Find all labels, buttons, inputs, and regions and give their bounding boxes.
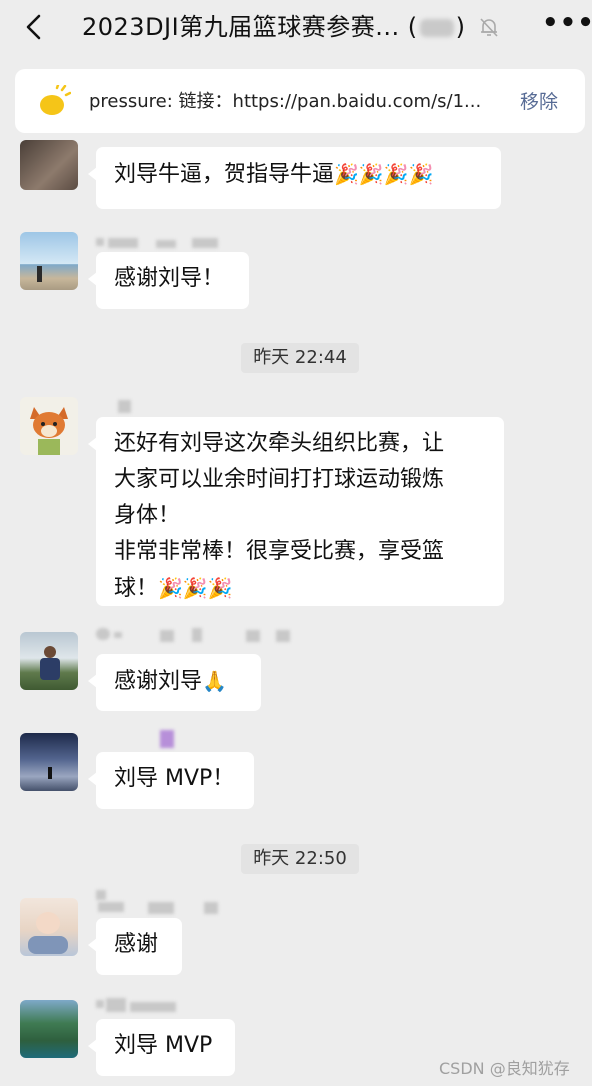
sender-nickname <box>96 998 186 1012</box>
message-bubble[interactable]: 刘导 MVP <box>88 1019 235 1076</box>
pinned-message-bar[interactable]: pressure: 链接：https://pan.baidu.com/s/1..… <box>15 69 585 133</box>
avatar[interactable] <box>20 632 78 690</box>
avatar[interactable] <box>20 232 78 290</box>
praying-hands-emoji: 🙏 <box>202 669 227 693</box>
back-arrow-icon[interactable] <box>24 14 44 40</box>
timestamp: 昨天 22:44 <box>241 343 359 373</box>
chat-title-text: 2023DJI第九届篮球赛参赛... <box>82 13 400 41</box>
sender-nickname <box>118 400 138 414</box>
watermark: CSDN @良知犹存 <box>439 1059 570 1078</box>
message-bubble[interactable]: 感谢刘导！ <box>88 252 249 309</box>
avatar[interactable] <box>20 733 78 791</box>
member-count: () <box>407 13 466 41</box>
avatar[interactable] <box>20 397 78 455</box>
sender-nickname <box>160 730 180 748</box>
pinned-message-text: pressure: 链接：https://pan.baidu.com/s/1..… <box>89 91 482 112</box>
chat-title: 2023DJI第九届篮球赛参赛... () <box>82 10 466 44</box>
message-bubble[interactable]: 感谢 <box>88 918 182 975</box>
party-popper-emoji: 🎉🎉🎉🎉 <box>334 162 434 186</box>
message-bubble[interactable]: 感谢刘导🙏 <box>88 654 261 711</box>
chat-header: 2023DJI第九届篮球赛参赛... () ••• <box>0 0 592 56</box>
sender-nickname <box>96 890 226 914</box>
avatar[interactable] <box>20 898 78 956</box>
fox-avatar-icon <box>30 407 68 455</box>
more-options-button[interactable]: ••• <box>542 8 592 38</box>
avatar[interactable] <box>20 140 78 190</box>
pinned-announcement-icon <box>40 85 71 115</box>
message-bubble[interactable]: 刘导牛逼，贺指导牛逼🎉🎉🎉🎉 <box>88 147 501 209</box>
timestamp: 昨天 22:50 <box>241 844 359 874</box>
party-popper-emoji: 🎉🎉🎉 <box>158 576 233 600</box>
member-count-blur <box>419 19 454 37</box>
mute-bell-icon <box>480 18 498 37</box>
remove-pin-button[interactable]: 移除 <box>520 87 558 114</box>
message-bubble[interactable]: 刘导 MVP！ <box>88 752 254 809</box>
avatar[interactable] <box>20 1000 78 1058</box>
sender-nickname <box>96 628 296 642</box>
sender-nickname <box>96 236 226 250</box>
message-bubble[interactable]: 还好有刘导这次牵头组织比赛，让 大家可以业余时间打打球运动锻炼 身体！ 非常非常… <box>88 417 504 606</box>
